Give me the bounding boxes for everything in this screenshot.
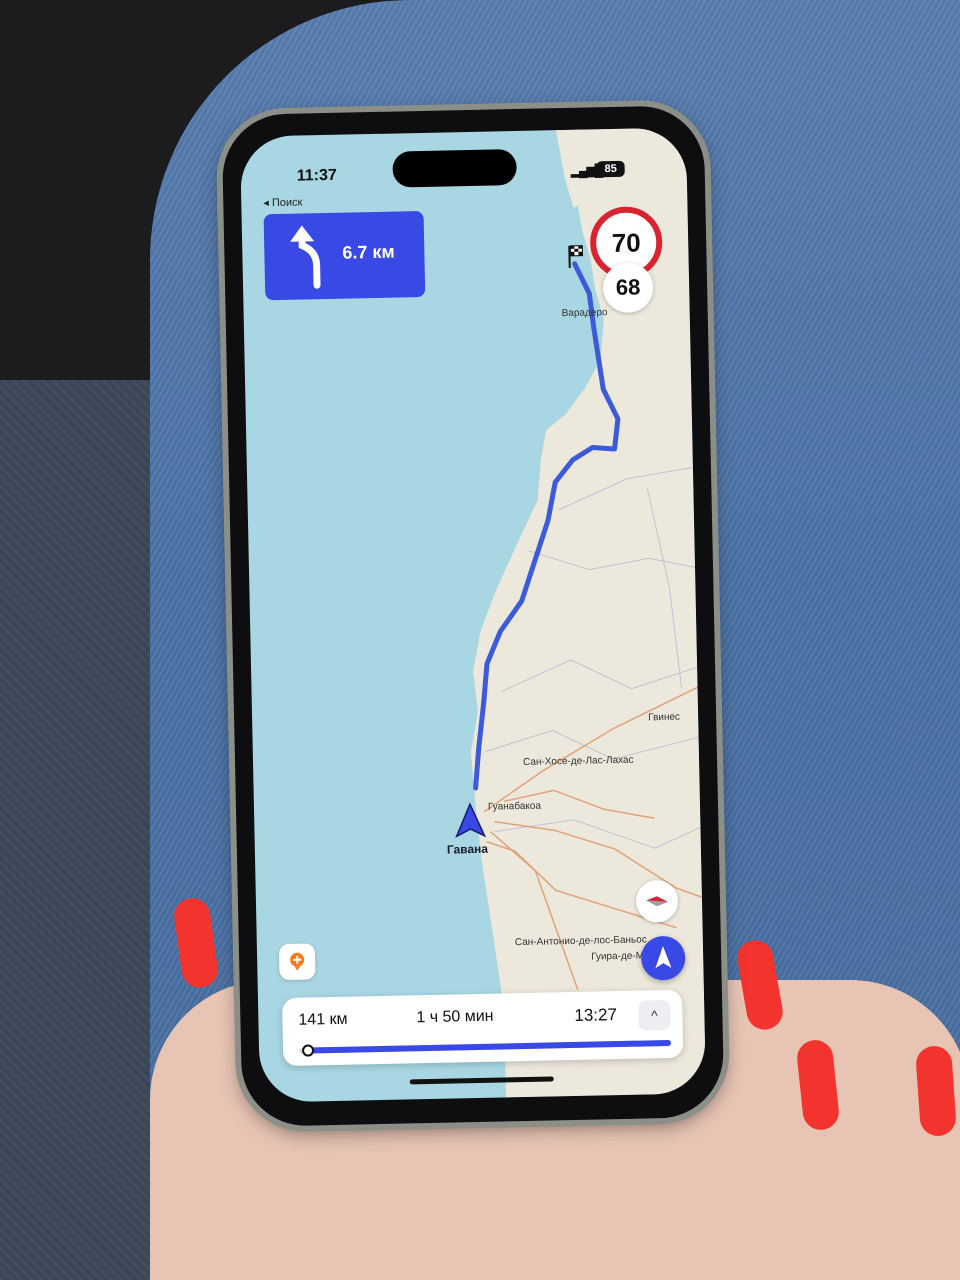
status-time: 11:37: [296, 166, 337, 185]
expand-panel-button[interactable]: ^: [638, 999, 671, 1031]
nail: [914, 1044, 958, 1138]
map-label-havana: Гавана: [446, 841, 489, 857]
phone-screen: 11:37 ◂ Поиск ▂▄▆█ 85 6.7 км 70 68 Варад…: [239, 127, 707, 1103]
map-pin-plus-icon: [290, 952, 305, 971]
turn-left-arrow-icon: [290, 225, 321, 289]
map-label-guanabacoa: Гуанабакоа: [487, 800, 542, 813]
compass-button[interactable]: [635, 879, 679, 923]
route-distance: 141 км: [298, 1010, 348, 1029]
locate-me-button[interactable]: [640, 935, 686, 981]
route-progress-fill: [306, 1039, 672, 1054]
route-summary-panel[interactable]: 141 км 1 ч 50 мин 13:27 ^: [281, 989, 684, 1067]
navigation-arrow-icon: [655, 946, 672, 969]
map-label-guines: Гвинес: [648, 711, 681, 724]
maneuver-distance: 6.7 км: [342, 241, 395, 263]
back-to-search-link[interactable]: ◂ Поиск: [263, 195, 302, 209]
route-progress-bar: [299, 1039, 672, 1057]
arrival-time: 13:27: [574, 1005, 618, 1025]
maneuver-card[interactable]: 6.7 км: [263, 210, 426, 301]
route-progress-marker: [301, 1044, 315, 1057]
add-place-button[interactable]: [278, 943, 316, 981]
battery-icon: 85: [596, 160, 625, 178]
map-label-varadero: Варадеро: [561, 307, 608, 320]
compass-icon: [645, 896, 669, 907]
route-duration: 1 ч 50 мин: [416, 1007, 494, 1027]
phone: 11:37 ◂ Поиск ▂▄▆█ 85 6.7 км 70 68 Варад…: [221, 105, 725, 1127]
chevron-up-icon: ^: [650, 1007, 658, 1024]
map-label-san-jose: Сан-Хосе-де-Лас-Лахас: [522, 754, 634, 768]
